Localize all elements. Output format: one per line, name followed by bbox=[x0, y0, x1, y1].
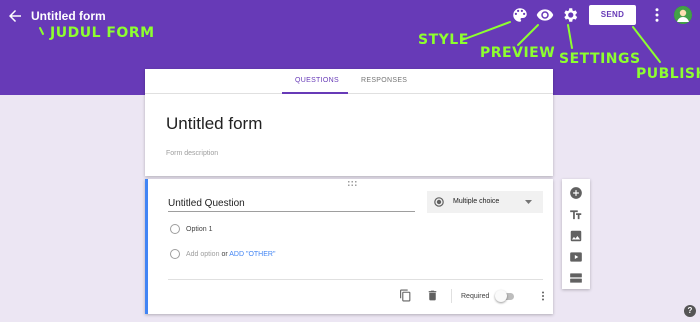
duplicate-icon[interactable] bbox=[399, 289, 412, 302]
trash-icon[interactable] bbox=[426, 289, 439, 302]
tab-responses[interactable]: RESPONSES bbox=[361, 77, 407, 84]
video-icon[interactable] bbox=[569, 250, 583, 264]
add-option-row: Add option or ADD "OTHER" bbox=[186, 251, 275, 258]
annotation-publish: PUBLISH bbox=[636, 66, 700, 82]
tab-questions[interactable]: QUESTIONS bbox=[295, 77, 339, 84]
question-title-underline bbox=[168, 211, 415, 212]
add-option-radio bbox=[170, 249, 180, 259]
side-toolbar bbox=[562, 179, 590, 289]
annotation-judul-form: JUDUL FORM bbox=[50, 25, 155, 41]
add-option-or: or bbox=[221, 251, 228, 258]
add-option-link[interactable]: Add option bbox=[186, 251, 219, 258]
question-type-select[interactable]: Multiple choice bbox=[427, 191, 543, 213]
question-title-field[interactable]: Untitled Question bbox=[168, 198, 245, 209]
question-card[interactable]: Untitled Question Multiple choice Option… bbox=[145, 179, 553, 314]
section-icon[interactable] bbox=[569, 271, 583, 285]
required-toggle-knob[interactable] bbox=[495, 290, 507, 302]
form-header-card: QUESTIONS RESPONSES Untitled form Form d… bbox=[145, 69, 553, 176]
title-icon[interactable] bbox=[569, 208, 583, 222]
radio-selected-icon bbox=[434, 197, 444, 207]
add-circle-icon[interactable] bbox=[569, 186, 583, 200]
question-more-icon[interactable] bbox=[537, 290, 549, 302]
annotation-preview: PREVIEW bbox=[480, 45, 556, 61]
active-tab-indicator bbox=[282, 92, 348, 94]
help-button[interactable]: ? bbox=[684, 305, 696, 317]
option-radio bbox=[170, 224, 180, 234]
dropdown-arrow-icon bbox=[525, 200, 532, 204]
question-footer-divider bbox=[168, 279, 543, 280]
form-description-field[interactable]: Form description bbox=[166, 150, 218, 157]
form-title-field[interactable]: Untitled form bbox=[166, 114, 262, 134]
question-type-label: Multiple choice bbox=[453, 198, 500, 205]
option-1-field[interactable]: Option 1 bbox=[186, 226, 212, 233]
annotation-style: STYLE bbox=[418, 32, 469, 48]
drag-handle-icon[interactable] bbox=[348, 181, 357, 186]
annotation-settings: SETTINGS bbox=[559, 51, 641, 67]
image-icon[interactable] bbox=[569, 229, 583, 243]
footer-separator bbox=[451, 289, 452, 303]
tab-bar: QUESTIONS RESPONSES bbox=[145, 69, 553, 94]
add-other-link[interactable]: ADD "OTHER" bbox=[229, 251, 275, 258]
required-label: Required bbox=[461, 293, 490, 300]
